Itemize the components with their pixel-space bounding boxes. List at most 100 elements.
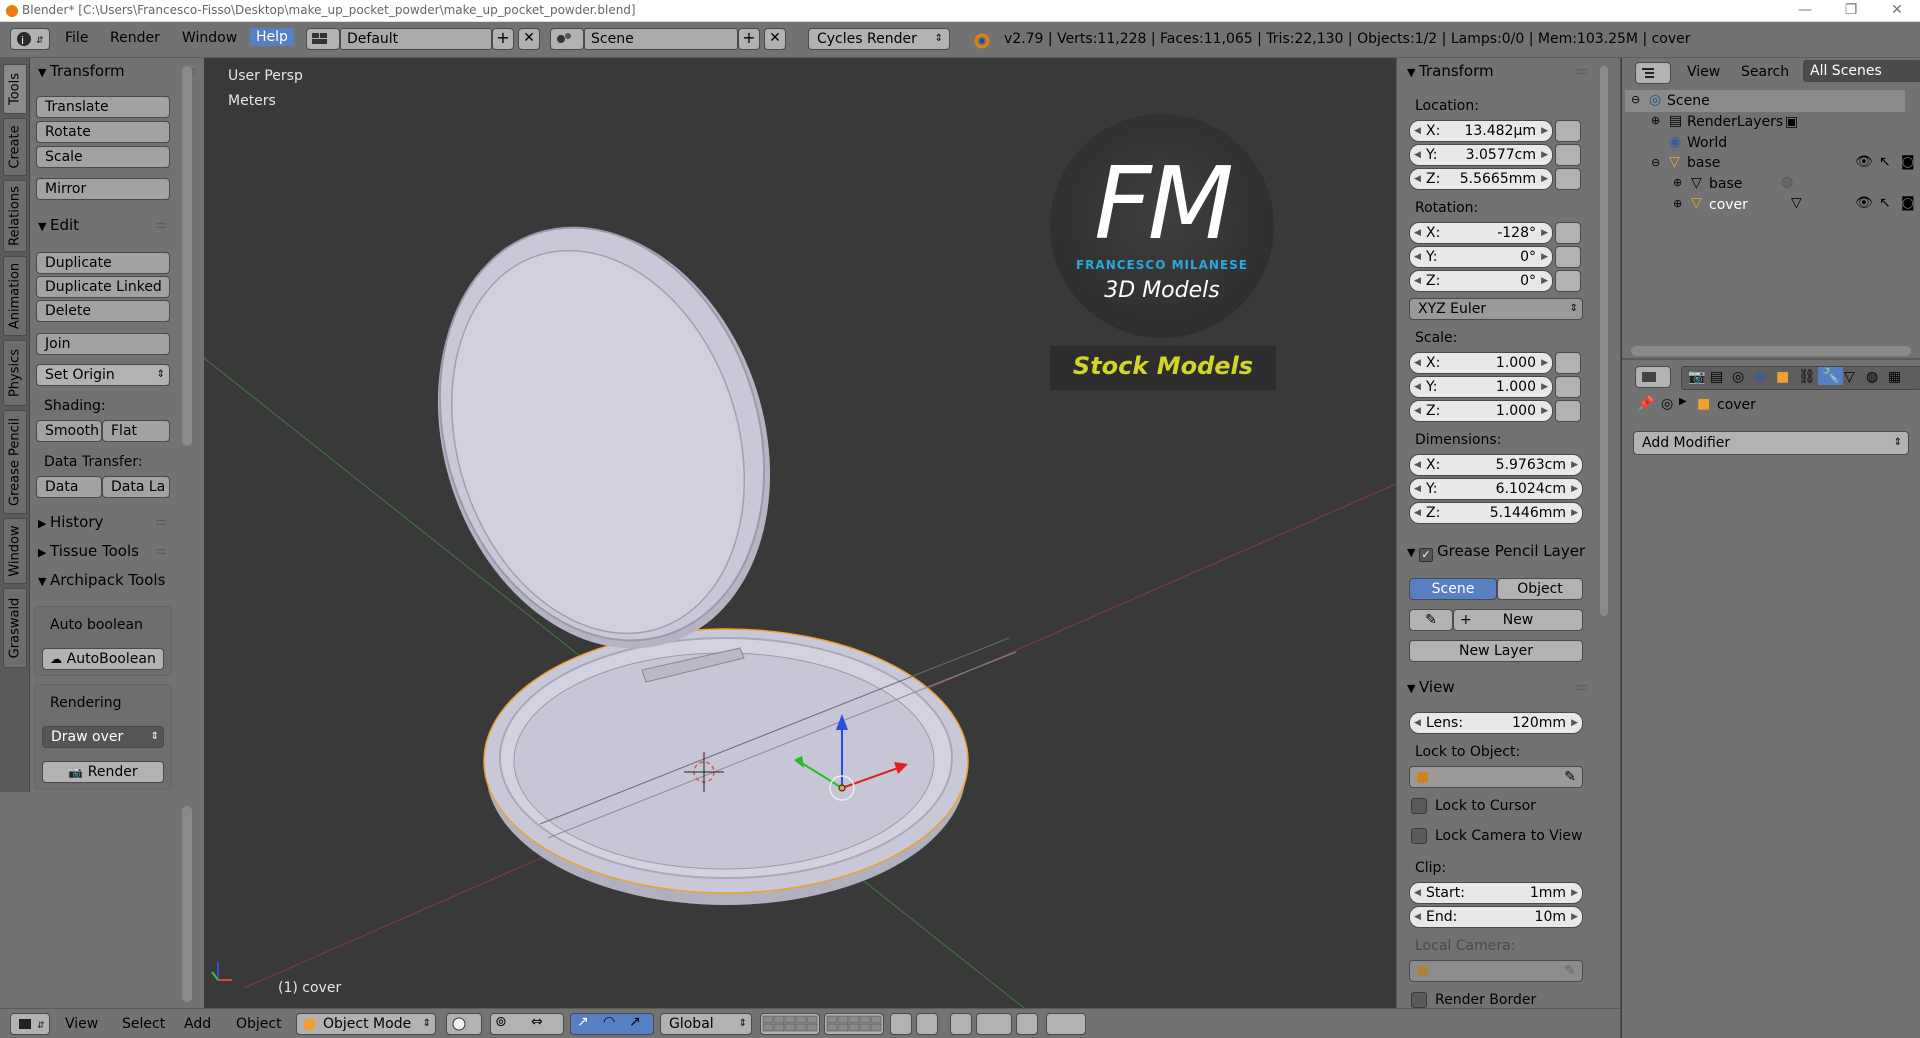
scale-button[interactable]: Scale	[36, 146, 170, 168]
scene-tab-icon[interactable]: ◎	[1732, 369, 1744, 385]
render-layers-tab-icon[interactable]: ▤	[1710, 369, 1723, 385]
manipulator-modes[interactable]: ↗ ◠ ↗	[570, 1013, 654, 1035]
outliner-row-world[interactable]: World	[1687, 135, 1727, 151]
layers-grid-1[interactable]	[760, 1013, 820, 1035]
increment-arrow-icon[interactable]: ▶	[1541, 377, 1548, 397]
increment-arrow-icon[interactable]: ▶	[1571, 479, 1578, 499]
gp-object-tab[interactable]: Object	[1497, 578, 1583, 600]
increment-arrow-icon[interactable]: ▶	[1541, 271, 1548, 291]
set-origin-select[interactable]: Set Origin ⇕	[36, 364, 170, 386]
modifiers-tab-icon[interactable]: 🔧	[1818, 367, 1844, 385]
outliner-row-base-mesh[interactable]: base	[1709, 176, 1742, 192]
lock-camera-checkbox[interactable]	[1411, 828, 1427, 844]
lock-icon[interactable]	[1555, 168, 1581, 190]
increment-arrow-icon[interactable]: ▶	[1571, 503, 1578, 523]
render-button[interactable]: 📷 Render	[42, 761, 164, 783]
screen-layout-icon[interactable]	[306, 28, 340, 50]
proportional-edit-icon[interactable]	[916, 1013, 938, 1035]
drag-handle-icon[interactable]: ::::	[1577, 66, 1588, 77]
dimensions-z-field[interactable]: ◀ Z: 5.1446mm ▶	[1409, 502, 1583, 524]
smooth-button[interactable]: Smooth	[36, 420, 102, 442]
mode-select[interactable]: ■ Object Mode ⇕	[296, 1013, 436, 1035]
grease-pencil-checkbox[interactable]: ✓	[1419, 548, 1433, 562]
decrement-arrow-icon[interactable]: ◀	[1414, 169, 1421, 189]
lock-icon[interactable]	[1555, 376, 1581, 398]
lock-icon[interactable]	[1555, 352, 1581, 374]
scale-y-field[interactable]: ◀ Y: 1.000 ▶	[1409, 376, 1553, 398]
lock-icon[interactable]	[1555, 246, 1581, 268]
draw-mode-select[interactable]: Draw over ⇕	[42, 726, 164, 748]
data-tab-icon[interactable]: ▽	[1844, 369, 1855, 385]
scale-manipulator-icon[interactable]: ↗	[629, 1014, 641, 1030]
selectable-cursor-icon[interactable]: ↖	[1879, 195, 1891, 211]
outliner-row-cover[interactable]: cover	[1709, 197, 1748, 213]
manipulator-toggle-icon[interactable]: ⇔	[531, 1014, 543, 1030]
increment-arrow-icon[interactable]: ▶	[1541, 401, 1548, 421]
remove-scene-icon[interactable]: ✕	[764, 28, 786, 50]
lock-icon[interactable]	[1555, 270, 1581, 292]
increment-arrow-icon[interactable]: ▶	[1541, 145, 1548, 165]
expand-icon[interactable]: ⊕	[1651, 114, 1660, 127]
lock-icon[interactable]	[1555, 400, 1581, 422]
lock-object-field[interactable]: ■ ✎	[1409, 766, 1583, 788]
expand-icon[interactable]: ⊕	[1673, 197, 1682, 210]
decrement-arrow-icon[interactable]: ◀	[1414, 401, 1421, 421]
tissue-tools-panel-header[interactable]: ▶ Tissue Tools	[38, 542, 139, 560]
screen-layout-field[interactable]: Default	[340, 28, 492, 50]
grease-pencil-header[interactable]: ▼ ✓ Grease Pencil Layer	[1407, 542, 1585, 562]
scene-icon[interactable]	[550, 28, 584, 50]
snap-toggle-icon[interactable]	[950, 1013, 972, 1035]
texture-tab-icon[interactable]: ▦	[1888, 369, 1901, 385]
transform-panel-header[interactable]: ▼ Transform	[38, 62, 125, 80]
render-engine-select[interactable]: Cycles Render ⇕	[808, 28, 950, 50]
menu-select[interactable]: Select	[122, 1016, 165, 1032]
decrement-arrow-icon[interactable]: ◀	[1414, 353, 1421, 373]
decrement-arrow-icon[interactable]: ◀	[1414, 377, 1421, 397]
rotation-x-field[interactable]: ◀ X: -128° ▶	[1409, 222, 1553, 244]
menu-help[interactable]: Help	[250, 28, 294, 46]
eyedropper-icon[interactable]: ✎	[1564, 767, 1576, 787]
decrement-arrow-icon[interactable]: ◀	[1414, 907, 1421, 927]
visibility-eye-icon[interactable]: 👁	[1855, 195, 1873, 211]
viewport-shading-icon[interactable]	[446, 1013, 482, 1035]
increment-arrow-icon[interactable]: ▶	[1571, 883, 1578, 903]
viewport-editor-type-icon[interactable]: ⇵	[10, 1013, 50, 1035]
lock-icon[interactable]	[1555, 120, 1581, 142]
tab-physics[interactable]: Physics	[3, 340, 27, 406]
lock-icon[interactable]	[1555, 144, 1581, 166]
outliner-filter-select[interactable]: All Scenes	[1803, 60, 1920, 82]
properties-editor-type-icon[interactable]	[1635, 366, 1671, 388]
clip-end-field[interactable]: ◀ End: 10m ▶	[1409, 906, 1583, 928]
outliner-search-menu[interactable]: Search	[1741, 64, 1789, 80]
material-tab-icon[interactable]: ◍	[1866, 369, 1878, 385]
increment-arrow-icon[interactable]: ▶	[1571, 455, 1578, 475]
decrement-arrow-icon[interactable]: ◀	[1414, 503, 1421, 523]
menu-view[interactable]: View	[65, 1016, 98, 1032]
decrement-arrow-icon[interactable]: ◀	[1414, 713, 1421, 733]
pin-icon[interactable]: 📌	[1637, 396, 1654, 412]
orientation-select[interactable]: Global ⇕	[660, 1013, 752, 1035]
decrement-arrow-icon[interactable]: ◀	[1414, 145, 1421, 165]
selectable-cursor-icon[interactable]: ↖	[1879, 154, 1891, 170]
snap-target-icon[interactable]	[1016, 1013, 1038, 1035]
pivot-icon[interactable]: ⊚	[495, 1014, 507, 1030]
constraints-tab-icon[interactable]: ⛓	[1798, 369, 1816, 385]
tab-tools[interactable]: Tools	[3, 64, 27, 114]
decrement-arrow-icon[interactable]: ◀	[1414, 121, 1421, 141]
rotation-z-field[interactable]: ◀ Z: 0° ▶	[1409, 270, 1553, 292]
rotate-manipulator-icon[interactable]: ◠	[603, 1014, 615, 1030]
join-button[interactable]: Join	[36, 333, 170, 355]
3d-viewport[interactable]: User Persp Meters (1) cover FM FRANCESCO…	[204, 58, 1396, 1008]
menu-render[interactable]: Render	[110, 30, 160, 46]
location-x-field[interactable]: ◀ X: 13.482µm ▶	[1409, 120, 1553, 142]
location-y-field[interactable]: ◀ Y: 3.0577cm ▶	[1409, 144, 1553, 166]
dimensions-x-field[interactable]: ◀ X: 5.9763cm ▶	[1409, 454, 1583, 476]
clip-start-field[interactable]: ◀ Start: 1mm ▶	[1409, 882, 1583, 904]
tab-window[interactable]: Window	[3, 518, 27, 584]
tab-animation[interactable]: Animation	[3, 256, 27, 336]
scene-field[interactable]: Scene	[584, 28, 738, 50]
view-panel-header[interactable]: ▼ View	[1407, 678, 1455, 696]
add-modifier-select[interactable]: Add Modifier ⇕	[1633, 431, 1909, 455]
minimize-button[interactable]: —	[1782, 0, 1828, 22]
collapse-icon[interactable]: ⊖	[1631, 93, 1640, 106]
